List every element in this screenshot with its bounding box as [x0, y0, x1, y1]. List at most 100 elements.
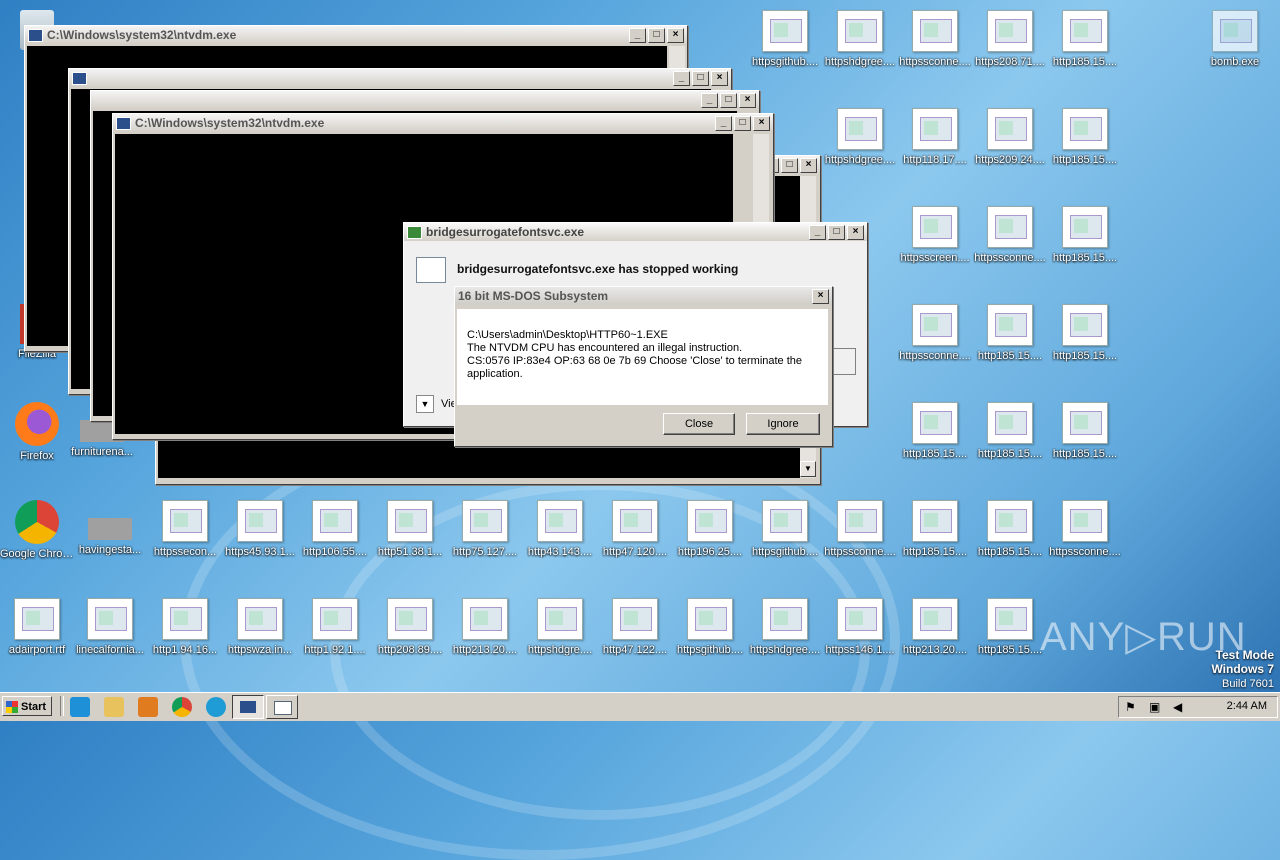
desktop-icon[interactable]: httpsgithub.... — [748, 500, 822, 558]
desktop-icon[interactable]: httpssconne.... — [823, 500, 897, 558]
desktop-icon[interactable]: http1.92.1.... — [298, 598, 372, 656]
desktop-icon[interactable]: http196.25.... — [673, 500, 747, 558]
desktop-icon[interactable]: bomb.exe — [1198, 10, 1272, 68]
desktop-icon[interactable]: httpshdgree.... — [823, 108, 897, 166]
desktop-icon[interactable]: https45.93.1... — [223, 500, 297, 558]
network-icon[interactable]: ▣ — [1149, 700, 1160, 714]
desktop-icon[interactable]: http185.15.... — [973, 304, 1047, 362]
desktop-icon[interactable]: http47.120.... — [598, 500, 672, 558]
close-button[interactable]: × — [847, 224, 864, 240]
desktop-icon[interactable]: linecalfornia... — [73, 598, 147, 656]
desktop-icon[interactable]: Firefox — [0, 402, 74, 462]
desktop-icon[interactable]: httpshdgree.... — [748, 598, 822, 656]
desktop-icon-label: httpssconne.... — [824, 546, 896, 558]
edge-icon[interactable] — [206, 697, 226, 717]
internet-explorer-icon[interactable] — [70, 697, 90, 717]
desktop-icon[interactable]: httpss146.1.... — [823, 598, 897, 656]
desktop-icon[interactable]: http213.20.... — [898, 598, 972, 656]
ntvdm-titlebar[interactable]: _ □ × — [69, 69, 731, 87]
desktop-icon[interactable]: http118.17.... — [898, 108, 972, 166]
document-icon — [987, 598, 1033, 640]
clock[interactable]: 2:44 AM — [1227, 700, 1267, 712]
minimize-button[interactable]: _ — [701, 92, 718, 108]
taskbar-app-button[interactable] — [266, 695, 298, 719]
document-icon — [387, 598, 433, 640]
desktop-icon[interactable]: httpswza.in... — [223, 598, 297, 656]
taskbar-ntvdm-button[interactable] — [232, 695, 264, 719]
dialog-close-x[interactable]: × — [812, 288, 829, 304]
scroll-down-button[interactable]: ▼ — [800, 461, 816, 477]
desktop-icon[interactable]: http213.20.... — [448, 598, 522, 656]
close-button[interactable]: Close — [663, 413, 735, 435]
desktop-icon[interactable]: http185.15.... — [973, 500, 1047, 558]
ntvdm-titlebar[interactable]: _ □ × — [91, 91, 759, 109]
maximize-button[interactable]: □ — [734, 115, 751, 131]
document-icon — [912, 206, 958, 248]
desktop-icon-label: Firefox — [20, 450, 54, 462]
crash-titlebar[interactable]: bridgesurrogatefontsvc.exe _ □ × — [404, 223, 867, 241]
desktop-icon[interactable]: http185.15.... — [1048, 206, 1122, 264]
desktop-icon[interactable]: http75.127.... — [448, 500, 522, 558]
desktop-icon[interactable]: https208.71.... — [973, 10, 1047, 68]
close-button[interactable]: × — [711, 70, 728, 86]
desktop-icon[interactable]: http47.122.... — [598, 598, 672, 656]
desktop-icon[interactable]: httpssconne.... — [898, 304, 972, 362]
ntvdm-titlebar[interactable]: C:\Windows\system32\ntvdm.exe _ □ × — [113, 114, 773, 132]
close-button[interactable]: × — [739, 92, 756, 108]
flag-icon[interactable]: ⚑ — [1125, 700, 1136, 714]
close-button[interactable]: × — [667, 27, 684, 43]
desktop-icon[interactable]: Google Chrome — [0, 500, 74, 560]
desktop-icon[interactable]: http185.15.... — [1048, 304, 1122, 362]
desktop-icon[interactable]: httpshdgre.... — [523, 598, 597, 656]
minimize-button[interactable]: _ — [673, 70, 690, 86]
maximize-button[interactable]: □ — [781, 157, 798, 173]
desktop-icon[interactable]: http185.15.... — [973, 402, 1047, 460]
minimize-button[interactable]: _ — [715, 115, 732, 131]
maximize-button[interactable]: □ — [720, 92, 737, 108]
desktop-icon[interactable]: http185.15.... — [1048, 108, 1122, 166]
desktop-icon[interactable]: http208.89.... — [373, 598, 447, 656]
desktop-icon[interactable]: http1.94.16... — [148, 598, 222, 656]
executable-icon — [1212, 10, 1258, 52]
chrome-icon[interactable] — [172, 697, 192, 717]
view-details-toggle[interactable]: ▼ — [416, 395, 434, 413]
desktop-icon[interactable]: httpssconne.... — [898, 10, 972, 68]
minimize-button[interactable]: _ — [809, 224, 826, 240]
desktop-icon[interactable]: havingesta... — [73, 500, 147, 556]
desktop-icon[interactable]: http185.15.... — [898, 402, 972, 460]
desktop-icon[interactable]: httpssconne.... — [973, 206, 1047, 264]
desktop-icon[interactable]: httpsgithub.... — [673, 598, 747, 656]
msdos-error-dialog[interactable]: 16 bit MS-DOS Subsystem × C:\Users\admin… — [454, 286, 833, 447]
desktop-icon-label: http43.143.... — [527, 546, 593, 558]
ntvdm-titlebar[interactable]: C:\Windows\system32\ntvdm.exe _ □ × — [25, 26, 687, 44]
desktop-icon[interactable]: http185.15.... — [973, 598, 1047, 656]
desktop-icon[interactable]: httpsscreen.... — [898, 206, 972, 264]
desktop-icon[interactable]: http185.15.... — [898, 500, 972, 558]
start-button[interactable]: Start — [2, 696, 52, 716]
media-player-icon[interactable] — [138, 697, 158, 717]
desktop-icon[interactable]: http51.38.1... — [373, 500, 447, 558]
desktop-icon[interactable]: adairport.rtf — [0, 598, 74, 656]
dialog-error-line: The NTVDM CPU has encountered an illegal… — [467, 342, 743, 354]
desktop-icon[interactable]: https209.24.... — [973, 108, 1047, 166]
desktop-icon[interactable]: httpssecon... — [148, 500, 222, 558]
minimize-button[interactable]: _ — [629, 27, 646, 43]
maximize-button[interactable]: □ — [828, 224, 845, 240]
desktop-icon[interactable]: http43.143.... — [523, 500, 597, 558]
desktop-icon[interactable]: http185.15.... — [1048, 10, 1122, 68]
desktop-icon[interactable]: httpssconne.... — [1048, 500, 1122, 558]
ignore-button[interactable]: Ignore — [746, 413, 820, 435]
maximize-button[interactable]: □ — [692, 70, 709, 86]
close-button[interactable]: × — [800, 157, 817, 173]
volume-icon[interactable]: ◀ — [1173, 700, 1182, 714]
desktop-icon[interactable]: http185.15.... — [1048, 402, 1122, 460]
maximize-button[interactable]: □ — [648, 27, 665, 43]
desktop-icon-label: http1.92.1.... — [304, 644, 366, 656]
explorer-folder-icon[interactable] — [104, 697, 124, 717]
close-button[interactable]: × — [753, 115, 770, 131]
desktop-icon[interactable]: httpsgithub.... — [748, 10, 822, 68]
desktop-icon-label: http47.122.... — [602, 644, 668, 656]
desktop-icon[interactable]: http106.55.... — [298, 500, 372, 558]
desktop-icon[interactable]: httpshdgree.... — [823, 10, 897, 68]
dialog-titlebar[interactable]: 16 bit MS-DOS Subsystem × — [455, 287, 832, 305]
